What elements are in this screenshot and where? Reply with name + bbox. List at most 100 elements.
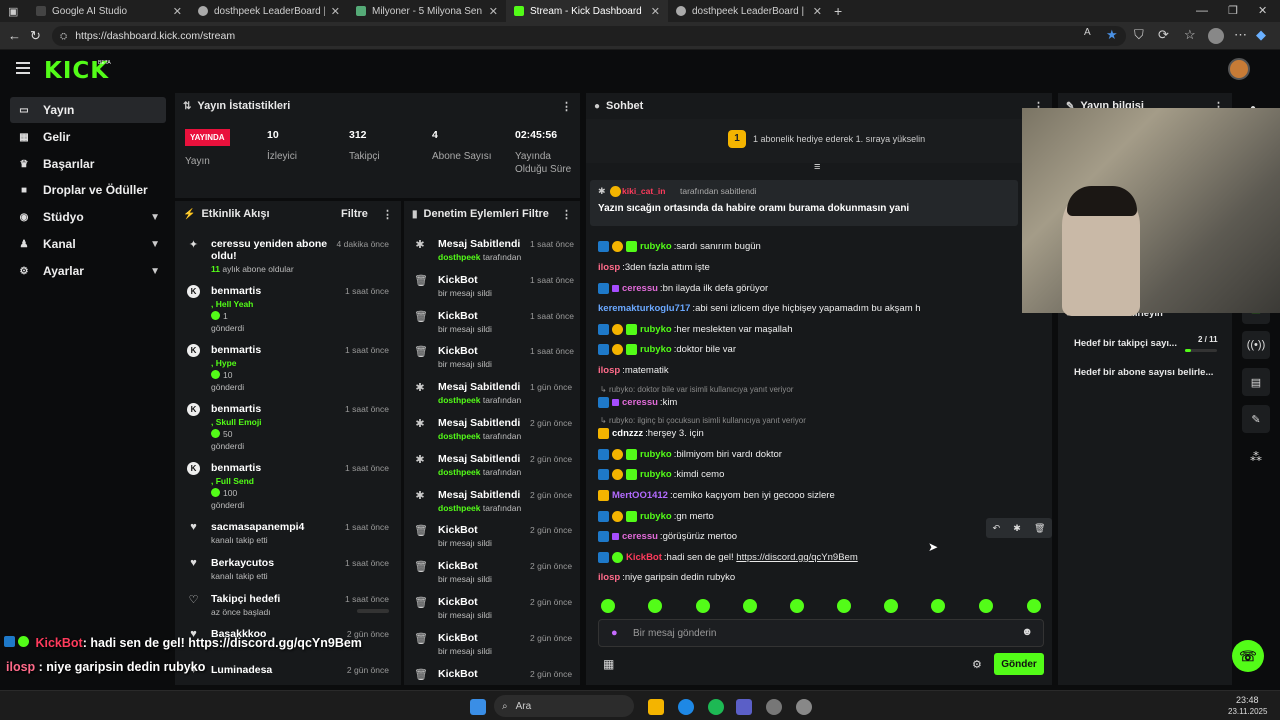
microphone-icon[interactable]: ● [611, 627, 618, 639]
app-icon[interactable] [796, 699, 812, 715]
activity-item[interactable]: K benmartis 1 saat önce , Full Send 100 … [183, 462, 401, 518]
chat-username[interactable]: rubyko [640, 241, 672, 252]
pinned-message[interactable]: ✱ kiki_cat_in tarafından sabitlendi Yazı… [590, 180, 1018, 226]
reply-icon[interactable]: ↶ [993, 523, 1001, 534]
chat-message[interactable]: rubyko: gn merto [598, 511, 714, 522]
tab-google-ai-studio[interactable]: Google AI Studio ✕ [28, 0, 190, 22]
sidebar-item-ayarlar[interactable]: ⚙ Ayarlar ▼ [10, 258, 166, 284]
chat-message[interactable]: ceressu: kim [598, 397, 677, 408]
goal-follower-label[interactable]: Hedef bir takipçi sayı... [1074, 338, 1177, 349]
chat-input[interactable]: ● Bir mesaj gönderin ☻ [598, 619, 1044, 647]
chat-message[interactable]: KickBot: hadi sen de gel! https://discor… [598, 552, 858, 563]
chat-settings-icon[interactable]: ⚙ [972, 658, 982, 671]
chat-message[interactable]: keremakturkoglu717: abi seni izlicem diy… [598, 303, 921, 314]
close-window-icon[interactable]: ✕ [1258, 4, 1267, 17]
chat-username[interactable]: keremakturkoglu717 [598, 303, 690, 314]
chat-message[interactable]: ceressu: görüşürüz mertoo [598, 531, 737, 542]
spotify-icon[interactable] [708, 699, 724, 715]
menu-icon[interactable] [16, 62, 30, 77]
file-explorer-icon[interactable] [648, 699, 664, 715]
emote-icon[interactable] [743, 599, 757, 613]
emote-icon[interactable] [696, 599, 710, 613]
connections-icon[interactable]: ⁂ [1250, 450, 1262, 464]
tab-close-icon[interactable]: ✕ [331, 5, 340, 18]
overlay-icon[interactable]: ▤ [1242, 368, 1270, 396]
more-options-icon[interactable]: ⋮ [561, 100, 572, 113]
teams-icon[interactable] [736, 699, 752, 715]
sidebar-item-gelir[interactable]: ▦ Gelir [10, 124, 166, 150]
chat-message[interactable]: ilosp: matematik [598, 365, 669, 376]
chat-message[interactable]: rubyko: her meslekten var maşallah [598, 324, 793, 335]
emote-icon[interactable] [979, 599, 993, 613]
goal-sub-label[interactable]: Hedef bir abone sayısı belirle... [1074, 367, 1213, 378]
tab-actions-icon[interactable]: ▣ [8, 5, 18, 18]
activity-item[interactable]: K benmartis 1 saat önce , Hype 10 gönder… [183, 344, 401, 400]
more-icon[interactable]: ⋯ [1234, 27, 1247, 43]
chevron-down-icon[interactable]: ▼ [150, 239, 160, 250]
sidebar-item-kanal[interactable]: ♟ Kanal ▼ [10, 231, 166, 257]
emote-icon[interactable] [837, 599, 851, 613]
activity-item[interactable]: K benmartis 1 saat önce , Hell Yeah 1 gö… [183, 285, 401, 341]
wrench-tool-icon[interactable]: ✎ [1242, 405, 1270, 433]
activity-item[interactable]: ✦ ceressu yeniden abone oldu! 4 dakika ö… [183, 238, 401, 278]
delete-icon[interactable]: 🗑 [1034, 523, 1045, 534]
settings-icon[interactable] [766, 699, 782, 715]
tab-leaderboard-1[interactable]: dosthpeek LeaderBoard | The bes ✕ [190, 0, 348, 22]
chat-username[interactable]: KickBot [626, 552, 662, 563]
support-chat-button[interactable]: ☏ [1232, 640, 1264, 672]
send-button[interactable]: Gönder [994, 653, 1044, 675]
chat-message[interactable]: MertOO1412: cemiko kaçıyom ben iyi gecoo… [598, 490, 835, 501]
back-icon[interactable]: ← [8, 28, 21, 43]
emote-icon[interactable] [931, 599, 945, 613]
collections-icon[interactable]: ☆ [1184, 27, 1196, 43]
chat-message[interactable]: rubyko: sardı sanırım bugün [598, 241, 761, 252]
new-tab-icon[interactable]: + [834, 3, 842, 19]
chat-message[interactable]: rubyko: bilmiyom biri vardı doktor [598, 449, 782, 460]
activity-item[interactable]: ♥ sacmasapanempi4 1 saat önce kanalı tak… [183, 521, 401, 553]
shield-icon[interactable]: ⛉ [1134, 27, 1144, 43]
sidebar-item-basarilar[interactable]: ♛ Başarılar [10, 151, 166, 177]
chat-username[interactable]: ilosp [598, 365, 620, 376]
tab-kick-dashboard[interactable]: Stream - Kick Dashboard ✕ [506, 0, 668, 22]
emote-icon[interactable] [1027, 599, 1041, 613]
chat-username[interactable]: rubyko [640, 344, 672, 355]
sidebar-item-yayin[interactable]: ▭ Yayın [10, 97, 166, 123]
emote-icon[interactable] [648, 599, 662, 613]
favorite-star-icon[interactable]: ★ [1106, 27, 1118, 43]
emote-icon[interactable] [790, 599, 804, 613]
chat-username[interactable]: ilosp [598, 262, 620, 273]
more-options-icon[interactable]: ⋮ [382, 208, 393, 221]
broadcast-icon[interactable]: ((•)) [1242, 331, 1270, 359]
chat-link[interactable]: https://discord.gg/qcYn9Bem [736, 552, 857, 563]
chat-message[interactable]: rubyko: kimdi cemo [598, 469, 724, 480]
chat-message[interactable]: ceressu: bn ilayda ilk defa görüyor [598, 283, 768, 294]
sidebar-item-studyo[interactable]: ◉ Stüdyo ▼ [10, 204, 166, 230]
site-info-icon[interactable]: ⛭ [60, 31, 67, 42]
filter-button[interactable]: Filtre [341, 208, 368, 220]
tab-milyoner[interactable]: Milyoner - 5 Milyona Sen de Ulaş ✕ [348, 0, 506, 22]
chat-message[interactable]: ilosp: niye garipsin dedin rubyko [598, 572, 735, 583]
edge-icon[interactable] [678, 699, 694, 715]
extensions-icon[interactable]: ⟳ [1158, 27, 1169, 43]
sidebar-item-droplar[interactable]: ■ Droplar ve Ödüller [10, 177, 166, 203]
chat-message[interactable]: cdnzzz: herşey 3. için [598, 428, 704, 439]
activity-item[interactable]: ♥ Berkaycutos 1 saat önce kanalı takip e… [183, 557, 401, 589]
shop-icon[interactable]: ▦ [603, 657, 614, 671]
tab-leaderboard-2[interactable]: dosthpeek LeaderBoard | The bes ✕ [668, 0, 830, 22]
pin-message-icon[interactable]: ✱ [1013, 523, 1021, 534]
reload-icon[interactable]: ↻ [30, 28, 41, 44]
chat-username[interactable]: rubyko [640, 469, 672, 480]
tab-close-icon[interactable]: ✕ [489, 5, 498, 18]
chat-username[interactable]: MertOO1412 [612, 490, 668, 501]
chat-username[interactable]: rubyko [640, 324, 672, 335]
activity-item[interactable]: ♡ Takipçi hedefi 1 saat önce az önce baş… [183, 593, 401, 625]
maximize-icon[interactable]: ❐ [1228, 4, 1238, 17]
copilot-icon[interactable]: ◆ [1256, 27, 1266, 43]
emote-icon[interactable] [884, 599, 898, 613]
taskbar-search[interactable]: ⌕ Ara [494, 695, 634, 717]
more-options-icon[interactable]: ⋮ [561, 208, 572, 221]
profile-avatar[interactable] [1208, 28, 1224, 44]
chat-message[interactable]: rubyko: doktor bile var [598, 344, 736, 355]
start-icon[interactable] [470, 699, 486, 715]
chevron-down-icon[interactable]: ▼ [150, 212, 160, 223]
